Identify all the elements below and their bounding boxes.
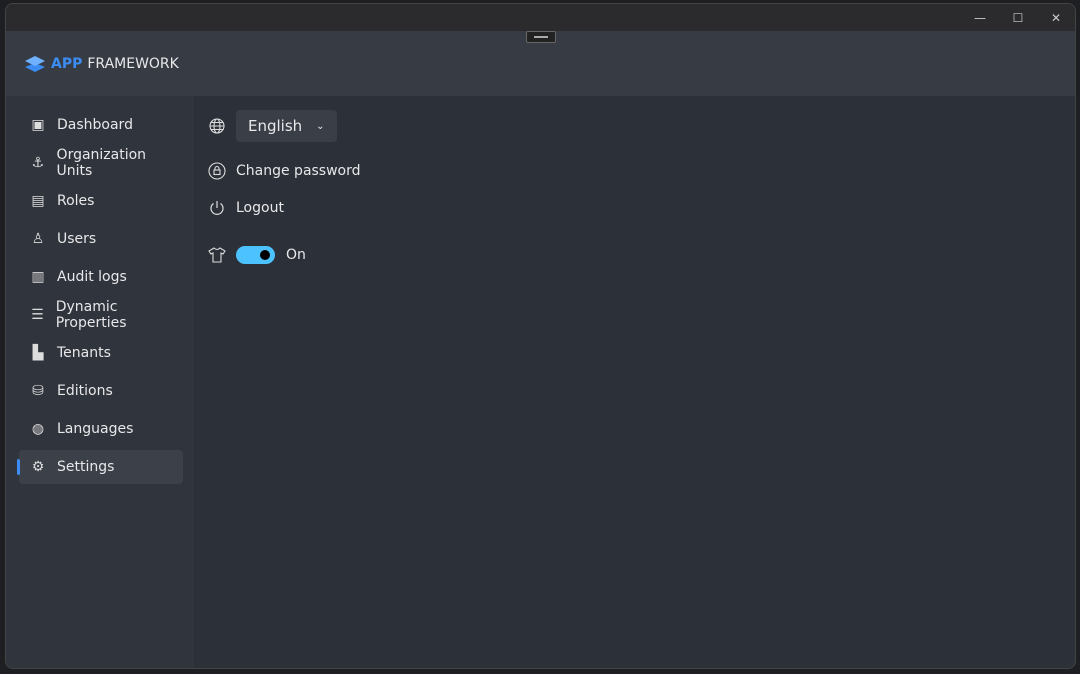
globe-icon (208, 117, 226, 135)
sidebar-item-audit-logs[interactable]: ▥ Audit logs (19, 260, 183, 294)
layers-logo-icon (25, 55, 45, 72)
sidebar-item-editions[interactable]: ⛁ Editions (19, 374, 183, 408)
sidebar-item-label: Dynamic Properties (55, 299, 127, 331)
close-button[interactable]: ✕ (1037, 4, 1075, 31)
sidebar-item-languages[interactable]: ◍ Languages (19, 412, 183, 446)
sidebar-item-label: Audit logs (57, 269, 127, 285)
change-password-link[interactable]: Change password (208, 156, 1075, 186)
language-select[interactable]: English ⌄ (236, 110, 337, 142)
theme-row: On (208, 240, 1075, 270)
drag-handle[interactable] (526, 31, 556, 43)
sidebar-item-tenants[interactable]: ▙ Tenants (19, 336, 183, 370)
toggle-state-label: On (286, 247, 306, 263)
table-icon: ☰ (31, 307, 44, 323)
anchor-icon: ⚓ (31, 155, 45, 171)
brand-app: APP (51, 55, 83, 72)
minimize-button[interactable]: — (961, 4, 999, 31)
clipboard-icon: ▥ (31, 269, 45, 285)
chevron-down-icon: ⌄ (316, 120, 325, 132)
change-password-label: Change password (236, 163, 361, 179)
logout-label: Logout (236, 200, 284, 216)
maximize-button[interactable]: ☐ (999, 4, 1037, 31)
title-bar: — ☐ ✕ (6, 4, 1075, 31)
sidebar-item-settings[interactable]: ⚙ Settings (17, 450, 183, 484)
sidebar-item-label: Settings (57, 459, 115, 475)
sidebar-item-dynamic-properties[interactable]: ☰ Dynamic Properties (19, 298, 183, 332)
users-icon: ♙ (31, 231, 45, 247)
sidebar-item-label: Languages (57, 421, 134, 437)
logout-link[interactable]: Logout (208, 193, 1075, 223)
power-icon (208, 199, 226, 217)
sidebar-item-users[interactable]: ♙ Users (19, 222, 183, 256)
sidebar-item-label: Users (57, 231, 97, 247)
dashboard-icon: ▣ (31, 117, 45, 133)
sidebar-item-label: Organization Units (56, 147, 147, 179)
theme-toggle[interactable] (236, 246, 275, 264)
sidebar-item-label: Editions (57, 383, 113, 399)
app-window: — ☐ ✕ APP FRAMEWORK ▣ Dashboard ⚓ Organizati… (5, 3, 1076, 669)
sidebar-item-label: Tenants (57, 345, 111, 361)
sidebar-item-label: Roles (57, 193, 95, 209)
language-row: English ⌄ (208, 110, 1075, 142)
database-icon: ⛁ (32, 383, 44, 399)
id-card-icon: ▤ (31, 193, 45, 209)
settings-panel: English ⌄ Change password Logout On (194, 96, 1075, 668)
logo: APP FRAMEWORK (24, 55, 179, 73)
sidebar: ▣ Dashboard ⚓ Organization Units ▤ Roles ♙ User… (6, 96, 194, 668)
sidebar-item-label: Dashboard (57, 117, 133, 133)
globe-icon: ◍ (31, 421, 45, 437)
sidebar-item-dashboard[interactable]: ▣ Dashboard (19, 108, 183, 142)
lock-icon (208, 162, 226, 180)
tshirt-icon (208, 246, 226, 264)
language-value: English (248, 117, 303, 135)
brand-framework: FRAMEWORK (87, 55, 179, 72)
sidebar-item-organization-units[interactable]: ⚓ Organization Units (19, 146, 183, 180)
gear-icon: ⚙ (31, 459, 45, 475)
sidebar-item-roles[interactable]: ▤ Roles (19, 184, 183, 218)
building-icon: ▙ (32, 345, 44, 361)
